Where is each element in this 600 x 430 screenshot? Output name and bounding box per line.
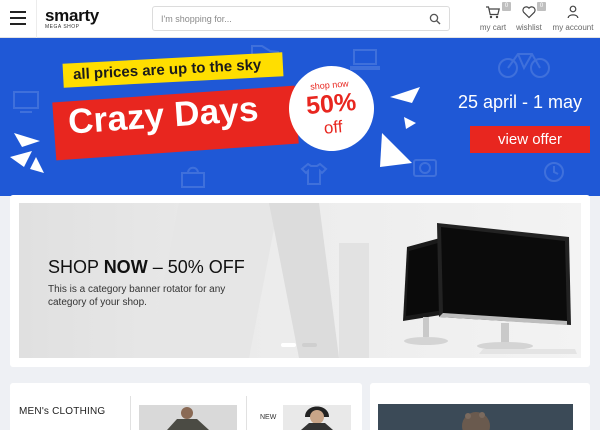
featured-product-image[interactable] (378, 404, 573, 430)
category-banner-rotator[interactable]: SHOP NOW – 50% OFF This is a category ba… (19, 203, 581, 358)
discount-badge[interactable]: shop now 50% off (285, 62, 378, 155)
bag-doodle-icon (181, 166, 205, 188)
heart-icon (522, 6, 536, 19)
promo-date-range: 25 april - 1 may (458, 92, 583, 112)
tv-doodle-icon (13, 91, 39, 113)
search-input[interactable] (161, 10, 421, 28)
tagline-ribbon: all prices are up to the sky (62, 52, 284, 88)
laptop-doodle-icon (350, 49, 380, 70)
rotator-description: This is a category banner rotator for an… (48, 284, 226, 308)
user-icon (567, 5, 579, 19)
shirt-doodle-icon (300, 162, 328, 185)
header-divider (36, 0, 37, 38)
search-box (152, 6, 450, 31)
cart-label: my cart (479, 23, 507, 32)
cart-count-badge: 0 (502, 2, 511, 11)
view-offer-button[interactable]: view offer (470, 126, 590, 153)
account-label: my account (552, 23, 594, 32)
column-divider (130, 396, 131, 430)
cart-icon (486, 6, 500, 19)
wishlist-count-badge: 0 (537, 2, 546, 11)
tagline-text: all prices are up to the sky (72, 56, 262, 84)
computer-monitors-image (403, 223, 577, 354)
product-image-man-portrait[interactable] (283, 405, 351, 430)
site-logo[interactable]: smarty MEGA SHOP (45, 7, 99, 30)
wishlist-label: wishlist (516, 23, 542, 32)
decorative-shards-right (380, 87, 420, 167)
search-icon[interactable] (429, 13, 441, 25)
rotator-title: SHOP NOW – 50% OFF (48, 257, 245, 277)
account-button[interactable]: my account (550, 4, 596, 32)
slide-dot-2[interactable] (302, 343, 317, 347)
cart-button[interactable]: 0 my cart (478, 2, 511, 32)
category-title[interactable]: MEN's CLOTHING (19, 406, 105, 417)
promo-hero-banner[interactable]: all prices are up to the sky Crazy Days … (0, 38, 600, 196)
wishlist-button[interactable]: 0 wishlist (513, 2, 546, 32)
site-header: smarty MEGA SHOP 0 my cart 0 wishlist my… (0, 0, 600, 38)
watch-doodle-icon (544, 162, 564, 182)
product-image-man-jacket[interactable] (139, 405, 237, 430)
logo-text: smarty (45, 6, 99, 25)
slide-dot-1[interactable] (281, 343, 296, 347)
new-product-label: NEW (260, 414, 277, 421)
decorative-shards-left (10, 133, 44, 173)
menu-icon[interactable] (10, 11, 26, 25)
bicycle-doodle-icon (498, 53, 550, 78)
column-divider (246, 396, 247, 430)
